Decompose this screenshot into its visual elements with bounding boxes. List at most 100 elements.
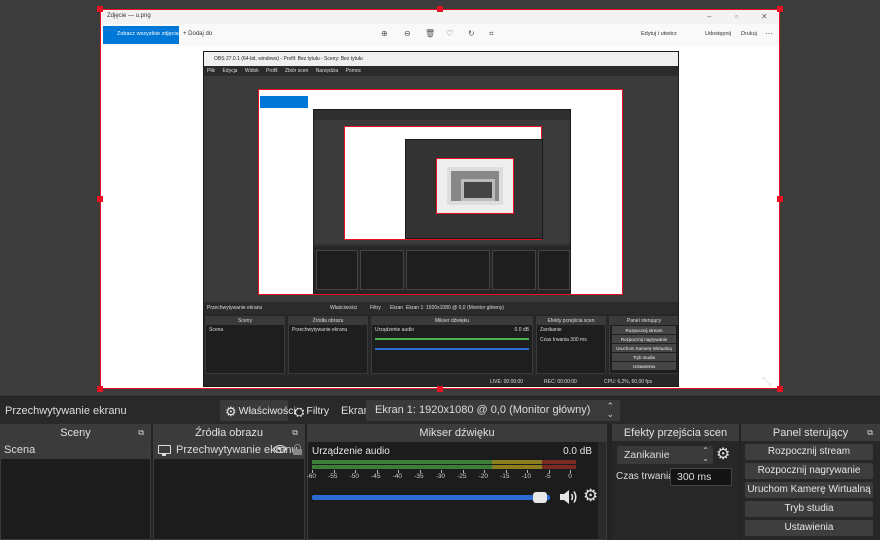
duration-input[interactable]: 300 ms bbox=[670, 468, 732, 486]
transition-select[interactable]: Zanikanie ⌃ ⌄ bbox=[617, 446, 713, 464]
nested-menu-item: Zbiór scen bbox=[284, 68, 309, 74]
resize-handle-right[interactable] bbox=[777, 196, 783, 202]
settings-button[interactable]: Ustawienia bbox=[745, 520, 873, 536]
meter-tick-label: -55 bbox=[328, 473, 338, 480]
resize-handle-left[interactable] bbox=[97, 196, 103, 202]
recursive-docks bbox=[314, 246, 570, 294]
resize-handle-bottom-right[interactable] bbox=[777, 386, 783, 392]
meter-green-segment bbox=[312, 460, 492, 464]
nested-docks: Sceny Scena Źródła obrazu Przechwytywani… bbox=[204, 314, 678, 376]
meter-red-segment bbox=[542, 465, 576, 469]
expand-icon: ⤡ bbox=[762, 374, 772, 388]
start-recording-button[interactable]: Rozpocznij nagrywanie bbox=[745, 463, 873, 479]
photos-toolbar: Zobacz wszystkie zdjęcia + Dodaj do ⊕ ⊖ … bbox=[101, 24, 779, 46]
source-toolbar: Przechwytywanie ekranu ⚙ Właściwości ⛭ Fil… bbox=[0, 396, 880, 424]
list-item[interactable]: Scena bbox=[1, 442, 150, 459]
recursive-dock-controls bbox=[538, 250, 570, 290]
mixer-scrollbar[interactable] bbox=[598, 442, 606, 539]
maximize-icon: ▫ bbox=[735, 12, 738, 21]
nested-filters: Filtry bbox=[370, 305, 381, 311]
nested-control-button: Tryb studia bbox=[612, 353, 676, 361]
start-stream-button[interactable]: Rozpocznij stream bbox=[745, 444, 873, 460]
screen-select[interactable]: Ekran 1: 1920x1080 @ 0,0 (Monitor główny… bbox=[366, 400, 620, 421]
scenes-list[interactable]: Scena bbox=[0, 441, 151, 540]
nested-duration: 300 ms bbox=[570, 337, 587, 343]
scenes-dock-header: Sceny ⧉ bbox=[0, 424, 151, 441]
mixer-dock-title: Mikser dźwięku bbox=[419, 427, 495, 439]
audio-db-value: 0.0 dB bbox=[563, 446, 592, 457]
nested-dock-title: Źródła obrazu bbox=[289, 317, 367, 325]
nested-menu-item: Widok bbox=[244, 68, 259, 74]
nested-control-button: Rozpocznij stream bbox=[612, 326, 676, 334]
undock-icon[interactable]: ⧉ bbox=[292, 428, 298, 438]
nested-status-rec: REC: 00:00:00 bbox=[544, 379, 577, 385]
meter-tick-label: -15 bbox=[500, 473, 510, 480]
mixer-settings-gear-icon[interactable]: ⚙ bbox=[583, 486, 598, 506]
undock-icon[interactable]: ⧉ bbox=[138, 428, 144, 438]
volume-slider-handle[interactable] bbox=[533, 492, 548, 503]
sources-dock-header: Źródła obrazu ⧉ bbox=[153, 424, 305, 441]
resize-handle-top-left[interactable] bbox=[97, 6, 103, 12]
minimize-icon: – bbox=[707, 12, 712, 21]
nested-dock-title: Efekty przejścia scen bbox=[537, 317, 605, 325]
nested-menu-item: Plik bbox=[207, 68, 216, 74]
undock-icon[interactable]: ⧉ bbox=[867, 428, 873, 438]
recursive-captured-window bbox=[344, 126, 543, 240]
add-to-label: Dodaj do bbox=[188, 31, 213, 37]
start-virtual-camera-button[interactable]: Uruchom Kamerę Wirtualną bbox=[745, 482, 873, 498]
meter-tick-label: 0 bbox=[568, 473, 572, 480]
recursive-dock-transitions bbox=[492, 250, 536, 290]
nested-dock-controls: Panel sterujący Rozpocznij stream Rozpoc… bbox=[609, 316, 678, 374]
nested-obs-window: OBS 27.0.1 (64-bit, windows) - Profil: B… bbox=[203, 51, 679, 387]
meter-tick-label: -40 bbox=[392, 473, 402, 480]
meter-tick-label: -30 bbox=[435, 473, 445, 480]
filters-label: Filtry bbox=[306, 405, 330, 417]
updown-chevron-icon: ⌃ ⌄ bbox=[702, 446, 709, 463]
mixer-body: Urządzenie audio 0.0 dB -60 -55 -50 -45 -40-… bbox=[307, 441, 607, 540]
filters-button[interactable]: ⛭ Filtry bbox=[290, 400, 338, 421]
list-item[interactable]: Przechwytywanie ekranu bbox=[154, 442, 304, 459]
recursive-preview bbox=[314, 120, 570, 244]
updown-chevron-icon: ⌃ ⌄ bbox=[606, 401, 614, 419]
nested-obs-preview bbox=[204, 76, 678, 302]
level-meter-right bbox=[312, 465, 576, 469]
duration-value: 300 ms bbox=[677, 471, 712, 483]
studio-mode-button[interactable]: Tryb studia bbox=[745, 501, 873, 517]
obs-preview[interactable]: Zdjęcie — u.png – ▫ ✕ Zobacz wszystkie z… bbox=[0, 0, 880, 396]
resize-handle-top[interactable] bbox=[437, 6, 443, 12]
transitions-body: Zanikanie ⌃ ⌄ ⚙ Czas trwania 300 ms bbox=[612, 441, 739, 540]
speaker-icon[interactable] bbox=[558, 488, 578, 506]
gear-icon: ⚙ bbox=[225, 404, 237, 419]
meter-red-segment bbox=[542, 460, 576, 464]
meter-tick-label: -60 bbox=[306, 473, 317, 480]
sources-list[interactable]: Przechwytywanie ekranu bbox=[153, 441, 305, 540]
nested-source-bar: Przechwytywanie ekranu Właściwości Filtr… bbox=[204, 302, 678, 314]
edit-create-label: Edytuj i utwórz bbox=[641, 31, 677, 37]
eye-icon[interactable] bbox=[274, 445, 286, 453]
meter-yellow-segment bbox=[492, 465, 542, 469]
resize-handle-bottom-left[interactable] bbox=[97, 386, 103, 392]
transitions-dock: Efekty przejścia scen Zanikanie ⌃ ⌄ ⚙ Cza… bbox=[612, 424, 739, 540]
resize-handle-bottom[interactable] bbox=[437, 386, 443, 392]
lock-icon[interactable] bbox=[293, 444, 302, 455]
nested-menu-item: Pomoc bbox=[345, 68, 362, 74]
resize-handle-top-right[interactable] bbox=[777, 6, 783, 12]
nested-db: 0.0 dB bbox=[514, 327, 529, 333]
dock-area: Sceny ⧉ Scena Źródła obrazu ⧉ Przechwyty… bbox=[0, 424, 880, 540]
nested-volume bbox=[375, 348, 529, 350]
meter-green-segment bbox=[312, 465, 492, 469]
nested-obs-title: OBS 27.0.1 (64-bit, windows) - Profil: B… bbox=[204, 52, 678, 66]
volume-slider-track[interactable] bbox=[312, 495, 550, 500]
filter-icon: ⛭ bbox=[294, 404, 305, 419]
selected-source-name: Przechwytywanie ekranu bbox=[5, 405, 127, 417]
nested-captured-window bbox=[258, 89, 623, 295]
nested-dock-mixer: Mikser dźwięku Urządzenie audio 0.0 dB bbox=[371, 316, 533, 374]
nested-scene-item: Scena bbox=[209, 327, 224, 333]
meter-tick-label: -50 bbox=[349, 473, 359, 480]
transition-gear-icon[interactable]: ⚙ bbox=[716, 444, 730, 464]
properties-button[interactable]: ⚙ Właściwości bbox=[220, 400, 296, 421]
captured-photos-window[interactable]: Zdjęcie — u.png – ▫ ✕ Zobacz wszystkie z… bbox=[100, 9, 780, 389]
share-label: Udostępnij bbox=[705, 31, 731, 37]
properties-label: Właściwości bbox=[238, 405, 296, 417]
zoom-out-icon: ⊖ bbox=[404, 29, 411, 38]
